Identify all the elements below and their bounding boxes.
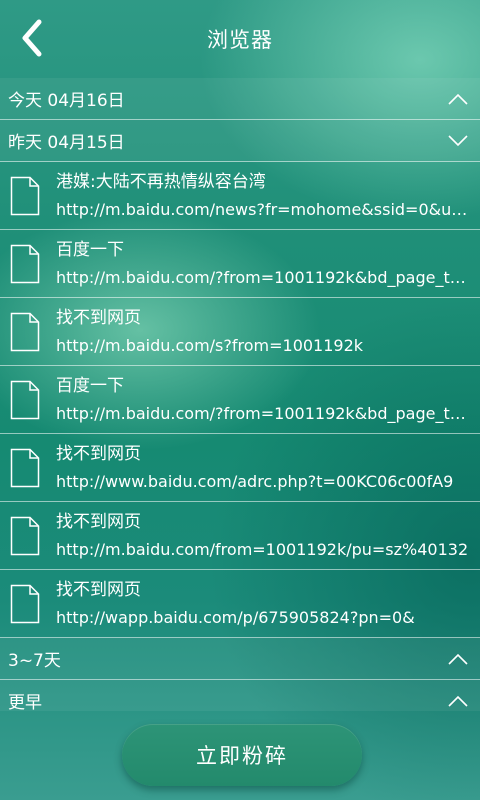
history-item-url: http://www.baidu.com/adrc.php?t=00KC06c0… [56, 471, 454, 491]
chevron-up-icon [448, 695, 468, 707]
group-label: 昨天 04月15日 [8, 133, 125, 153]
history-item[interactable]: 找不到网页 http://wapp.baidu.com/p/675905824?… [0, 570, 480, 638]
history-item-title: 找不到网页 [56, 307, 141, 328]
history-item-title: 港媒:大陆不再热情纵容台湾 [56, 171, 266, 192]
app-header: 浏览器 [0, 0, 480, 78]
group-header-3-7-days[interactable]: 3~7天 [0, 638, 480, 680]
history-item-url: http://m.baidu.com/news?fr=mohome&ssid=0… [56, 199, 470, 219]
history-item-title: 百度一下 [56, 375, 124, 396]
history-item-title: 找不到网页 [56, 579, 141, 600]
group-label: 今天 04月16日 [8, 91, 125, 111]
history-item-url: http://m.baidu.com/?from=1001192k&bd_pag… [56, 267, 470, 287]
history-item-url: http://m.baidu.com/from=1001192k/pu=sz%4… [56, 539, 469, 559]
history-item-title: 找不到网页 [56, 443, 141, 464]
document-icon [10, 448, 40, 487]
chevron-up-icon [448, 93, 468, 105]
history-item-url: http://m.baidu.com/?from=1001192k&bd_pag… [56, 403, 470, 423]
document-icon [10, 584, 40, 623]
page-title: 浏览器 [207, 28, 273, 52]
history-item-url: http://wapp.baidu.com/p/675905824?pn=0& [56, 607, 415, 627]
document-icon [10, 244, 40, 283]
group-label: 3~7天 [8, 651, 61, 671]
group-header-yesterday[interactable]: 昨天 04月15日 [0, 120, 480, 162]
bottom-bar: 立即粉碎 [0, 711, 480, 800]
history-item-title: 找不到网页 [56, 511, 141, 532]
document-icon [10, 516, 40, 555]
history-item[interactable]: 找不到网页 http://m.baidu.com/from=1001192k/p… [0, 502, 480, 570]
shred-now-button[interactable]: 立即粉碎 [122, 724, 362, 786]
history-item[interactable]: 百度一下 http://m.baidu.com/?from=1001192k&b… [0, 366, 480, 434]
group-header-today[interactable]: 今天 04月16日 [0, 78, 480, 120]
group-label: 更早 [8, 693, 42, 711]
history-item-title: 百度一下 [56, 239, 124, 260]
document-icon [10, 380, 40, 419]
chevron-up-icon [448, 653, 468, 665]
group-header-earlier[interactable]: 更早 [0, 680, 480, 711]
history-item-url: http://m.baidu.com/s?from=1001192k [56, 335, 364, 355]
history-list[interactable]: 今天 04月16日 昨天 04月15日 港媒:大陆不再热情纵容台湾 http:/… [0, 78, 480, 711]
history-item[interactable]: 找不到网页 http://www.baidu.com/adrc.php?t=00… [0, 434, 480, 502]
document-icon [10, 176, 40, 215]
document-icon [10, 312, 40, 351]
history-item[interactable]: 找不到网页 http://m.baidu.com/s?from=1001192k [0, 298, 480, 366]
history-item[interactable]: 百度一下 http://m.baidu.com/?from=1001192k&b… [0, 230, 480, 298]
chevron-down-icon [448, 134, 468, 146]
history-item[interactable]: 港媒:大陆不再热情纵容台湾 http://m.baidu.com/news?fr… [0, 162, 480, 230]
